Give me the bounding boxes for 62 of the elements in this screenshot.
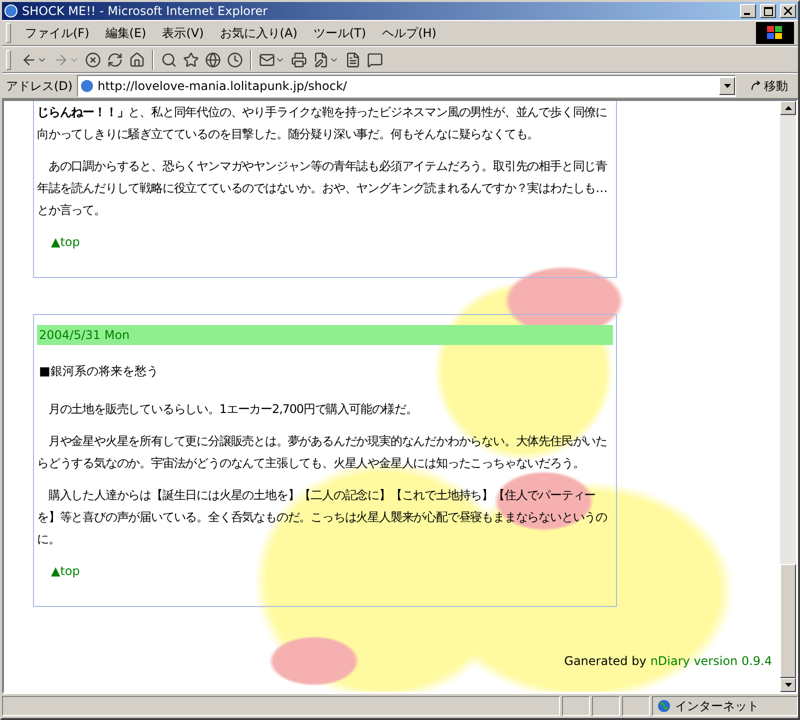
- print-button[interactable]: [289, 52, 309, 68]
- globe-icon: [205, 52, 221, 68]
- window-title: SHOCK ME!! - Microsoft Internet Explorer: [22, 4, 269, 18]
- page-icon: [80, 79, 94, 93]
- footer-link[interactable]: nDiary version 0.9.4: [650, 654, 772, 668]
- scroll-thumb[interactable]: [780, 564, 796, 678]
- go-arrow-icon: [750, 80, 762, 92]
- menu-item[interactable]: ファイル(F): [17, 22, 98, 44]
- status-pane: [562, 696, 590, 716]
- caret-icon: [724, 84, 730, 88]
- globe-icon: [657, 699, 671, 713]
- home-icon: [129, 52, 145, 68]
- top-link[interactable]: ▲top: [51, 564, 80, 578]
- paragraph: あの口調からすると、恐らくヤンマガやヤンジャン等の青年誌も必須アイテムだろう。取引先の相手と同じ青年誌を読んだりして戦略に役立てているのではないか。おや、ヤングキング読まれるんですか？実はわたしも…とか言って。: [37, 158, 608, 219]
- up-arrow-icon: [784, 106, 792, 110]
- forward-arrow-icon: [53, 52, 69, 68]
- scrollbar[interactable]: [780, 101, 796, 692]
- star-icon: [183, 52, 199, 68]
- paragraph: 月や金星や火星を所有して更に分譲販売とは。夢があるんだか現実的なんだかわからない。大体先住民がいたらどうする気なのか。宇宙法がどうのなんて主張しても、火星人や金星人には知ったこっちゃないだろう。: [37, 433, 608, 472]
- status-pane: [592, 696, 620, 716]
- status-pane: [622, 696, 650, 716]
- maximize-button[interactable]: [760, 4, 776, 18]
- entry-date: 2004/5/31 Mon: [37, 325, 613, 345]
- footer-text: Ganerated by: [564, 654, 646, 668]
- browser-icon: [4, 4, 18, 18]
- mail-icon: [259, 52, 275, 68]
- menu-item[interactable]: 編集(E): [97, 22, 154, 44]
- scroll-down-button[interactable]: [780, 678, 796, 692]
- windows-logo-icon: [756, 22, 794, 44]
- scroll-up-button[interactable]: [780, 101, 796, 115]
- menu-item[interactable]: お気に入り(A): [212, 22, 306, 44]
- messenger-button[interactable]: [365, 52, 385, 68]
- top-link[interactable]: ▲top: [51, 235, 80, 249]
- search-icon: [161, 52, 177, 68]
- refresh-icon: [107, 52, 123, 68]
- close-icon: [784, 7, 792, 15]
- go-button[interactable]: 移動: [744, 76, 794, 96]
- menu-item[interactable]: ヘルプ(H): [374, 22, 444, 44]
- media-button[interactable]: [203, 52, 223, 68]
- entry-title: ■銀河系の将来を愁う: [38, 363, 160, 380]
- dropdown-button[interactable]: [719, 77, 735, 95]
- menu-item[interactable]: ツール(T): [305, 22, 374, 44]
- speech-bubble-icon: [367, 52, 383, 68]
- document-icon: [345, 52, 361, 68]
- favorites-button[interactable]: [181, 52, 201, 68]
- close-button[interactable]: [780, 4, 796, 18]
- zone-label: インターネット: [675, 698, 759, 714]
- clock-icon: [227, 52, 243, 68]
- down-arrow-icon: [784, 683, 792, 687]
- maximize-icon: [764, 6, 772, 16]
- address-field[interactable]: http://lovelove-mania.lolitapunk.jp/shock/: [76, 75, 736, 97]
- paragraph: 月の土地を販売しているらしい。1エーカー2,700円で購入可能の様だ。: [47, 401, 418, 418]
- minimize-button[interactable]: [740, 4, 756, 18]
- edit-icon: [313, 52, 329, 68]
- paragraph: じらんねー！！」と、私と同年代位の、やり手ライクな鞄を持ったビジネスマン風の男性が、並んで歩く同僚に向かってしきりに騒ぎ立てているのを目撃した。随分疑り深い事だ。何もそんなに疑らなくても。: [37, 104, 608, 143]
- menu-item[interactable]: 表示(V): [154, 22, 212, 44]
- stop-button[interactable]: [83, 52, 103, 68]
- stop-icon: [85, 52, 101, 68]
- history-button[interactable]: [225, 52, 245, 68]
- paragraph: 購入した人達からは【誕生日には火星の土地を】【二人の記念に】【これで土地持ち】【住人でパーティーを】等と喜びの声が届いている。全く呑気なものだ。こっちは火星人襲来が心配で昼寝もままならないというのに。: [37, 487, 608, 548]
- printer-icon: [291, 52, 307, 68]
- address-label: アドレス(D): [6, 78, 73, 94]
